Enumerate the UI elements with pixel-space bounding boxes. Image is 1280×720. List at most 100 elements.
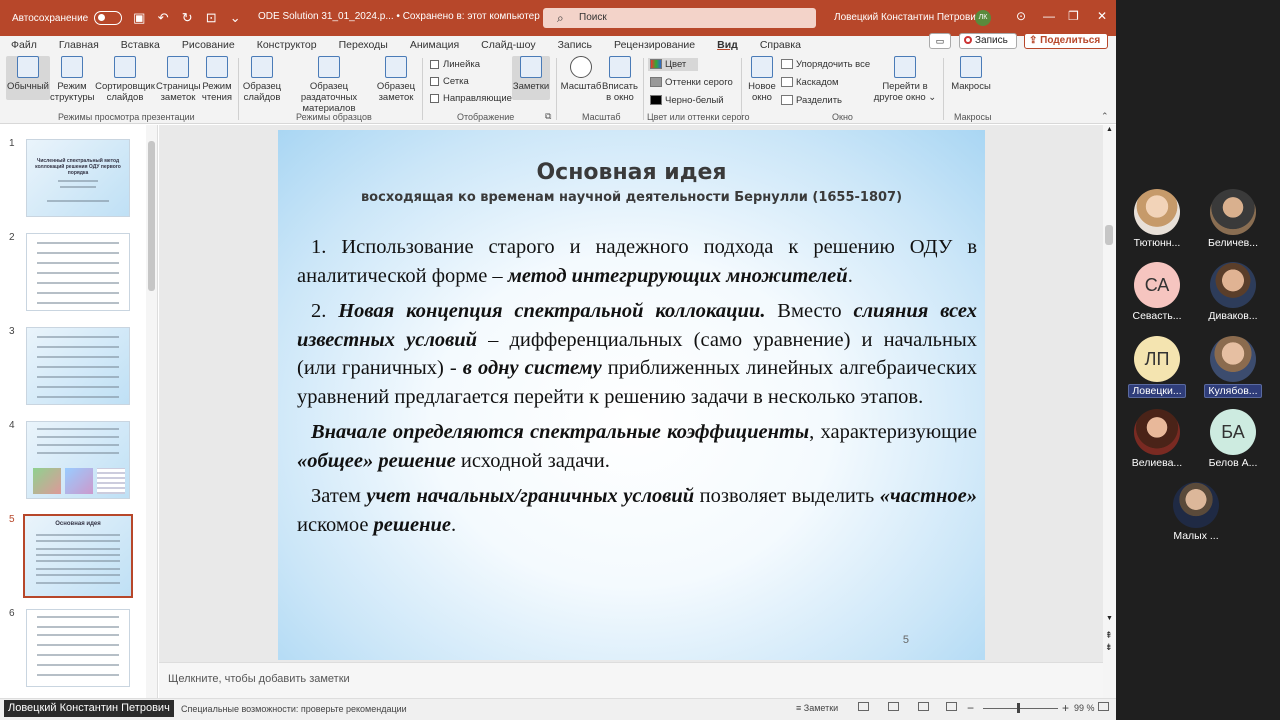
scroll-down-icon[interactable]: ▼ — [1106, 615, 1113, 622]
undo-icon[interactable]: ↶ — [156, 11, 170, 25]
participant-avatar — [1210, 189, 1256, 235]
next-slide-icon[interactable]: ⇟ — [1105, 642, 1113, 653]
bw-mode-button[interactable]: Черно-белый — [650, 95, 724, 106]
slide-body-text[interactable]: 1. Использование старого и надежного под… — [297, 233, 977, 546]
slide-thumbnail-3[interactable] — [26, 327, 130, 405]
color-mode-button[interactable]: Цвет — [648, 58, 699, 71]
accessibility-status[interactable]: Специальные возможности: проверьте реком… — [181, 704, 407, 714]
slide-thumbnail-2[interactable] — [26, 233, 130, 311]
participant-tile[interactable]: Тютюнн... — [1117, 189, 1197, 249]
status-notes-button[interactable]: ≡ Заметки — [796, 703, 838, 713]
notes-master-button[interactable]: Образец заметок — [376, 56, 416, 103]
tab-help[interactable]: Справка — [760, 39, 801, 51]
comments-button[interactable]: ▭ — [929, 33, 951, 49]
redo-icon[interactable]: ↻ — [180, 11, 194, 25]
tab-insert[interactable]: Вставка — [121, 39, 160, 51]
participant-tile[interactable]: Кулябов... — [1193, 336, 1273, 398]
scroll-thumb[interactable] — [1105, 225, 1113, 245]
autosave-toggle[interactable] — [94, 11, 123, 25]
arrange-all-button[interactable]: Упорядочить все — [781, 59, 870, 70]
fit-to-window-button[interactable]: Вписать в окно — [602, 56, 638, 103]
split-button[interactable]: Разделить — [781, 95, 842, 106]
gridlines-checkbox[interactable]: Сетка — [430, 76, 469, 87]
normal-view-status-icon[interactable] — [858, 702, 869, 711]
close-icon[interactable]: ✕ — [1097, 9, 1107, 23]
thumb-line — [37, 626, 119, 628]
view-sorter-button[interactable]: Сортировщик слайдов — [94, 56, 156, 103]
zoom-in-icon[interactable]: + — [1062, 701, 1069, 715]
slide-subtitle[interactable]: восходящая ко временам научной деятельно… — [278, 190, 985, 205]
show-dialog-launcher-icon[interactable]: ⧉ — [545, 111, 551, 122]
slideshow-status-icon[interactable] — [946, 702, 957, 711]
scroll-thumb[interactable] — [148, 141, 155, 291]
text-run: Затем — [311, 485, 367, 507]
participant-tile[interactable]: БА Белов А... — [1193, 409, 1273, 469]
ribbon-options-icon[interactable]: ⊙ — [1016, 9, 1026, 23]
tab-design[interactable]: Конструктор — [257, 39, 317, 51]
notes-pane[interactable]: Щелкните, чтобы добавить заметки — [159, 662, 1103, 698]
zoom-percent[interactable]: 99 % — [1074, 703, 1095, 713]
sorter-view-status-icon[interactable] — [888, 702, 899, 711]
slide-title[interactable]: Основная идея — [278, 160, 985, 185]
tab-transitions[interactable]: Переходы — [339, 39, 388, 51]
previous-slide-icon[interactable]: ⇞ — [1105, 630, 1113, 641]
handout-master-button[interactable]: Образец раздаточных материалов — [282, 56, 376, 114]
tab-view[interactable]: Вид — [717, 39, 738, 51]
slide-scrollbar[interactable]: ▲ ▼ ⇞ ⇟ — [1103, 125, 1116, 698]
switch-window-button[interactable]: Перейти в другое окно ⌄ — [872, 56, 938, 103]
participant-tile[interactable]: Велиева... — [1117, 409, 1197, 469]
ruler-checkbox[interactable]: Линейка — [430, 59, 480, 70]
collapse-ribbon-icon[interactable]: ⌃ — [1101, 111, 1109, 122]
cascade-button[interactable]: Каскадом — [781, 77, 839, 88]
tab-draw[interactable]: Рисование — [182, 39, 235, 51]
participant-tile[interactable]: Малых ... — [1156, 482, 1236, 542]
tab-animations[interactable]: Анимация — [410, 39, 459, 51]
slide-master-button[interactable]: Образец слайдов — [242, 56, 282, 103]
slide-thumbnail-6[interactable] — [26, 609, 130, 687]
tab-record[interactable]: Запись — [558, 39, 592, 51]
slide-thumbnail-4[interactable] — [26, 421, 130, 499]
restore-icon[interactable]: ❐ — [1068, 9, 1079, 23]
participant-tile[interactable]: СА Севасть... — [1117, 262, 1197, 322]
slide-thumbnail-1[interactable]: Численный спектральный метод коллокаций … — [26, 139, 130, 217]
customize-toolbar-icon[interactable]: ⌄ — [228, 11, 242, 25]
share-button[interactable]: ⇪ Поделиться — [1024, 33, 1108, 49]
account-avatar[interactable]: ЛК — [975, 10, 991, 26]
zoom-button[interactable]: Масштаб — [560, 56, 602, 92]
switch-window-label: Перейти в другое окно ⌄ — [873, 81, 937, 103]
participant-tile[interactable]: Диваков... — [1193, 262, 1273, 322]
new-window-button[interactable]: Новое окно — [745, 56, 779, 103]
search-input[interactable]: ⌕ Поиск — [543, 8, 816, 28]
save-icon[interactable]: ▣ — [132, 11, 146, 25]
current-slide[interactable]: Основная идея восходящая ко временам нау… — [278, 130, 985, 660]
present-icon[interactable]: ⊡ — [204, 11, 218, 25]
grayscale-mode-button[interactable]: Оттенки серого — [650, 77, 733, 88]
notes-toggle-button[interactable]: Заметки — [512, 56, 550, 100]
document-title[interactable]: ODE Solution 31_01_2024.p... • Сохранено… — [258, 11, 551, 22]
fit-slide-status-icon[interactable] — [1098, 702, 1109, 711]
view-outline-button[interactable]: Режим структуры — [50, 56, 95, 103]
scroll-up-icon[interactable]: ▲ — [1106, 126, 1113, 133]
participant-tile[interactable]: ЛП Ловецки... — [1117, 336, 1197, 398]
thumbnails-scrollbar[interactable] — [146, 125, 157, 698]
text-run-bold-italic: Новая концепция спектральной коллокации. — [338, 300, 766, 322]
minimize-icon[interactable]: — — [1043, 9, 1055, 23]
view-normal-button[interactable]: Обычный — [6, 56, 50, 100]
participant-tile[interactable]: Беличев... — [1193, 189, 1273, 249]
view-reading-button[interactable]: Режим чтения — [200, 56, 234, 103]
thumb-line — [35, 574, 121, 576]
tab-home[interactable]: Главная — [59, 39, 99, 51]
macros-button[interactable]: Макросы — [949, 56, 993, 92]
reading-view-status-icon[interactable] — [918, 702, 929, 711]
guides-checkbox[interactable]: Направляющие — [430, 93, 512, 104]
zoom-out-icon[interactable]: − — [967, 701, 974, 715]
zoom-slider[interactable] — [983, 708, 1058, 709]
view-notes-page-button[interactable]: Страницы заметок — [156, 56, 201, 103]
record-button[interactable]: Запись — [959, 33, 1017, 49]
slide-thumbnail-5[interactable]: Основная идея — [23, 514, 133, 598]
tab-review[interactable]: Рецензирование — [614, 39, 695, 51]
tab-file[interactable]: Файл — [11, 39, 37, 51]
zoom-slider-thumb[interactable] — [1017, 703, 1020, 713]
account-name[interactable]: Ловецкий Константин Петрович — [834, 12, 981, 23]
tab-slideshow[interactable]: Слайд-шоу — [481, 39, 535, 51]
